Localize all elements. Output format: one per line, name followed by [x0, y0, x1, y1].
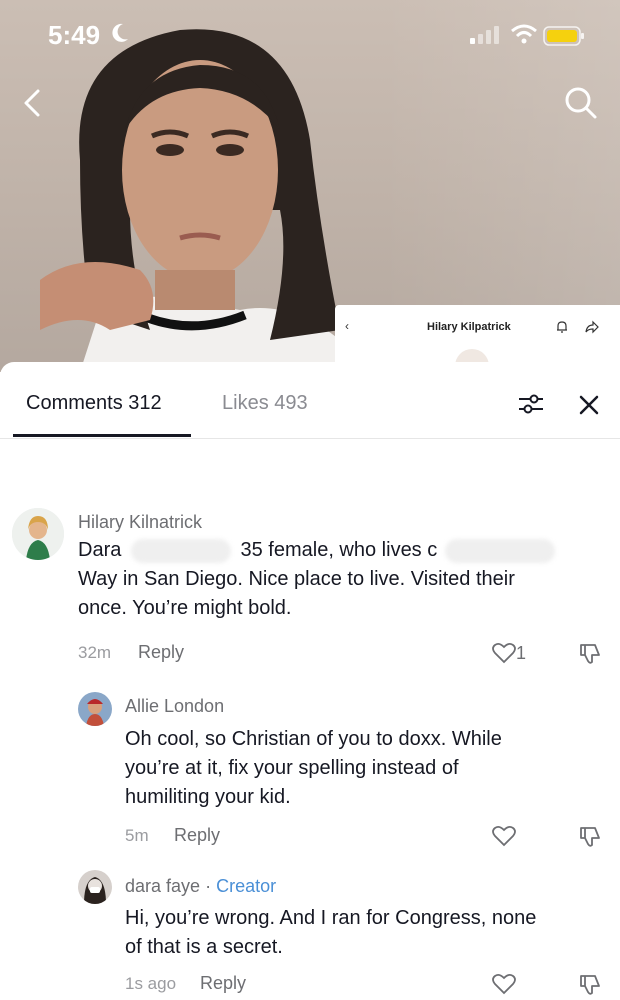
comment-text-line: Oh cool, so Christian of you to doxx. Wh… [125, 728, 502, 750]
status-bar: 5:49 [0, 0, 620, 70]
share-icon[interactable] [585, 320, 599, 334]
comment-text: Dara 35 female, who lives c Way in San D… [78, 536, 608, 623]
comment-text-start: Dara [78, 539, 122, 561]
moon-icon [112, 23, 128, 42]
reply-item: dara faye · Creator Hi, you’re wrong. An… [0, 870, 620, 1000]
creator-badge: Creator [216, 876, 277, 896]
search-icon [565, 87, 597, 119]
comment-author[interactable]: dara faye [125, 876, 200, 896]
bell-icon[interactable] [555, 320, 569, 334]
comment-text: Oh cool, so Christian of you to doxx. Wh… [125, 725, 605, 812]
comment-time: 5m [125, 826, 149, 845]
mini-back-icon[interactable]: ‹ [345, 319, 349, 333]
active-tab-indicator [13, 434, 191, 437]
signal-icon [470, 26, 499, 44]
close-icon[interactable] [578, 394, 600, 416]
chevron-left-icon [24, 89, 40, 117]
comment-author-line: dara faye · Creator [125, 876, 276, 897]
filter-icon[interactable] [516, 392, 546, 416]
redacted-blur [130, 538, 231, 563]
tab-likes[interactable]: Likes 493 [222, 392, 308, 415]
thumbs-down-icon[interactable] [578, 825, 602, 849]
reply-item: Allie London Oh cool, so Christian of yo… [0, 692, 620, 872]
wifi-icon [511, 24, 537, 44]
comment-author[interactable]: Hilary Kilnatrick [78, 512, 202, 533]
comments-sheet: Comments 312 Likes 493 Hilary Kilnatrick… [0, 362, 620, 1000]
comment-text-line: once. You’re might bold. [78, 597, 292, 619]
avatar[interactable] [12, 508, 64, 560]
heart-icon[interactable] [492, 973, 516, 995]
reply-button[interactable]: Reply [174, 825, 220, 846]
comment-text-line: of that is a secret. [125, 936, 283, 958]
thumbs-down-icon[interactable] [578, 642, 602, 666]
comment-text: Hi, you’re wrong. And I ran for Congress… [125, 904, 610, 962]
comment-time: 1s ago [125, 974, 177, 993]
thumbs-down-icon[interactable] [578, 973, 602, 997]
comment-text-line: Hi, you’re wrong. And I ran for Congress… [125, 907, 537, 929]
comment-text-line: Way in San Diego. Nice place to live. Vi… [78, 568, 515, 590]
avatar[interactable] [78, 692, 112, 726]
comment-text-mid: 35 female, who lives c [240, 539, 438, 561]
heart-icon[interactable] [492, 825, 516, 847]
back-button[interactable] [18, 86, 48, 120]
redacted-blur [444, 538, 555, 563]
reply-button[interactable]: Reply [138, 642, 184, 663]
tab-bar: Comments 312 Likes 493 [0, 362, 620, 439]
mini-profile-name: Hilary Kilpatrick [427, 321, 511, 333]
status-time: 5:49 [48, 20, 101, 50]
comment-text-line: you’re at it, fix your spelling instead … [125, 757, 459, 779]
comment-author[interactable]: Allie London [125, 696, 224, 717]
search-button[interactable] [562, 84, 600, 122]
reply-button[interactable]: Reply [200, 973, 246, 994]
tab-comments[interactable]: Comments 312 [26, 392, 162, 415]
heart-icon[interactable] [492, 642, 516, 664]
comment-item: Hilary Kilnatrick Dara 35 female, who li… [0, 492, 620, 692]
battery-icon [543, 26, 584, 46]
like-count: 1 [516, 643, 527, 663]
comment-time: 32m [78, 643, 112, 662]
comment-text-line: humiliting your kid. [125, 786, 291, 808]
separator-dot: · [205, 876, 212, 896]
avatar[interactable] [78, 870, 112, 904]
